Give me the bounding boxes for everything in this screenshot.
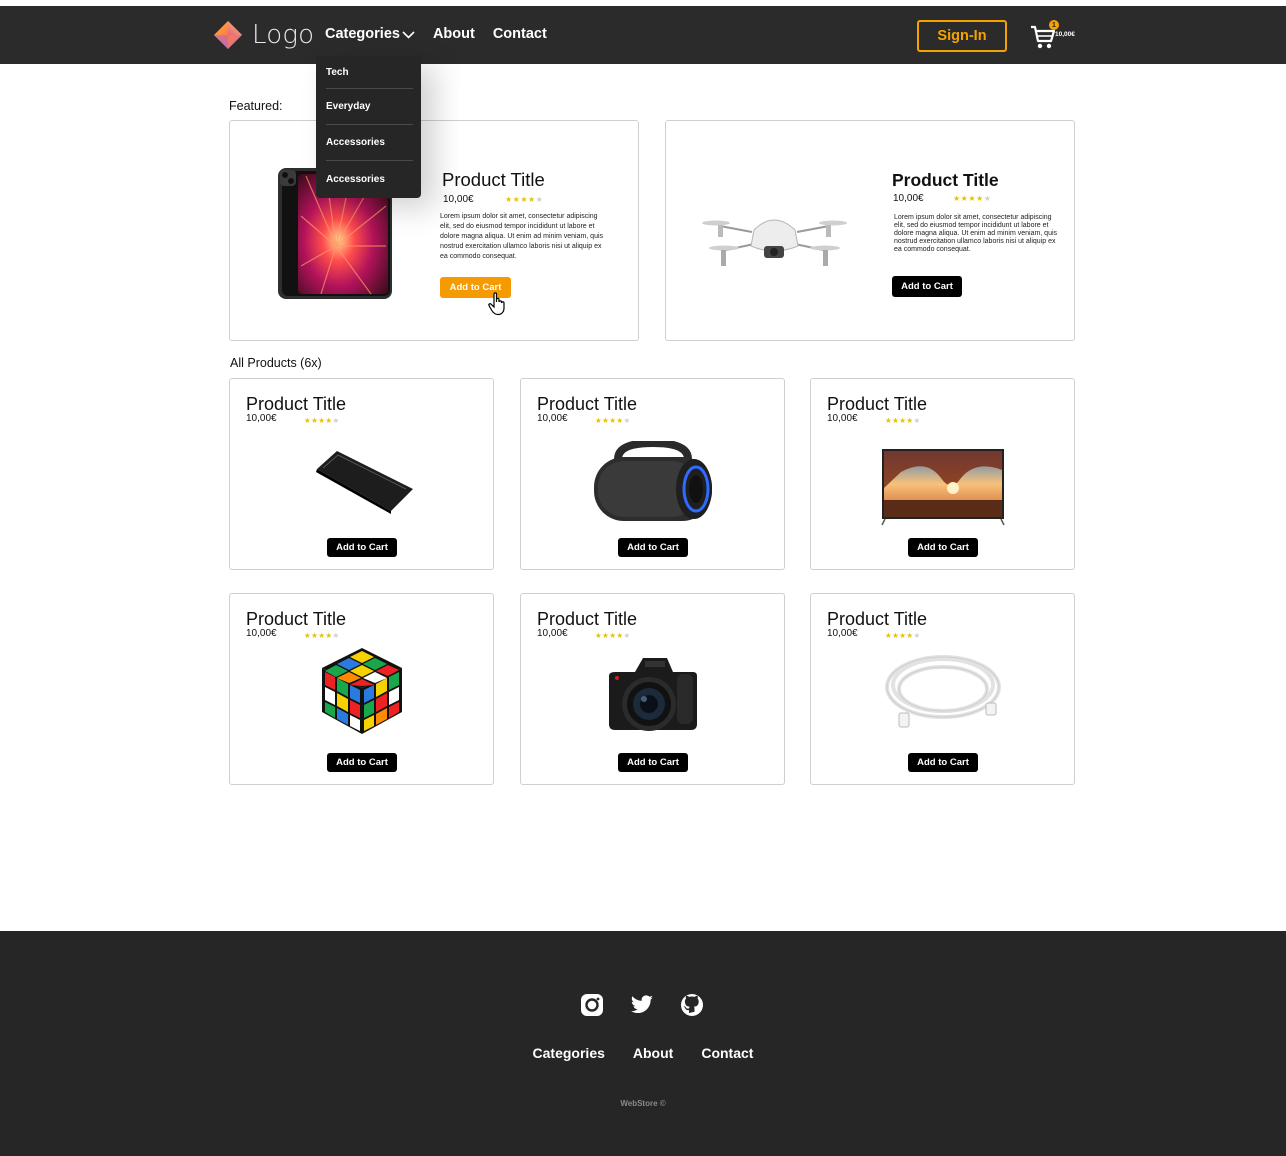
product-price: 10,00€ bbox=[827, 413, 858, 424]
main-nav: Categories About Contact bbox=[325, 26, 547, 42]
categories-dropdown: Tech Everyday Accessories Accessories bbox=[316, 56, 421, 198]
rating-stars: ★★★★★ bbox=[595, 631, 631, 640]
featured-card: Product Title 10,00€ ★★★★★ Lorem ipsum d… bbox=[665, 120, 1075, 341]
add-to-cart-button[interactable]: Add to Cart bbox=[618, 538, 688, 557]
pointer-hand-icon bbox=[488, 292, 505, 316]
cart-button[interactable]: 1 10,00€ bbox=[1030, 20, 1080, 54]
rubiks-cube-image bbox=[321, 648, 402, 734]
sign-in-button[interactable]: Sign-In bbox=[917, 20, 1007, 52]
rating-stars: ★★★★★ bbox=[505, 195, 544, 204]
nav-about[interactable]: About bbox=[433, 26, 475, 42]
twitter-icon[interactable] bbox=[630, 993, 654, 1017]
featured-price: 10,00€ bbox=[443, 194, 474, 205]
featured-card: Product Title 10,00€ ★★★★★ Lorem ipsum d… bbox=[229, 120, 639, 341]
featured-title: Product Title bbox=[442, 169, 545, 190]
rating-stars: ★★★★★ bbox=[885, 631, 921, 640]
featured-description: Lorem ipsum dolor sit amet, consectetur … bbox=[440, 213, 604, 260]
product-price: 10,00€ bbox=[246, 628, 277, 639]
dropdown-item-everyday[interactable]: Everyday bbox=[326, 89, 413, 125]
product-price: 10,00€ bbox=[537, 413, 568, 424]
product-title: Product Title bbox=[246, 394, 347, 414]
add-to-cart-button[interactable]: Add to Cart bbox=[908, 538, 978, 557]
product-title: Product Title bbox=[827, 609, 928, 629]
tv-image bbox=[880, 449, 1005, 526]
product-price: 10,00€ bbox=[537, 628, 568, 639]
cart-total: 10,00€ bbox=[1055, 31, 1075, 38]
product-title: Product Title bbox=[246, 609, 347, 629]
product-card: Product Title 10,00€ ★★★★★ Add to Cart bbox=[229, 378, 494, 570]
add-to-cart-button[interactable]: Add to Cart bbox=[618, 753, 688, 772]
product-title: Product Title bbox=[827, 394, 928, 414]
product-price: 10,00€ bbox=[246, 413, 277, 424]
add-to-cart-button[interactable]: Add to Cart bbox=[327, 753, 397, 772]
footer-nav: Categories About Contact bbox=[0, 1045, 1286, 1061]
copyright: WebStore © bbox=[620, 1099, 666, 1108]
cart-count-badge: 1 bbox=[1049, 20, 1059, 30]
rating-stars: ★★★★★ bbox=[595, 416, 631, 425]
site-footer: Categories About Contact WebStore © bbox=[0, 931, 1286, 1156]
speaker-image bbox=[593, 441, 712, 521]
rating-stars: ★★★★★ bbox=[304, 631, 340, 640]
logo-text: Logo bbox=[252, 20, 315, 50]
nav-contact[interactable]: Contact bbox=[493, 26, 547, 42]
product-title: Product Title bbox=[537, 394, 638, 414]
drone-image bbox=[702, 219, 847, 266]
logo-diamond-icon bbox=[214, 21, 242, 49]
all-products-label: All Products (6x) bbox=[230, 356, 322, 370]
add-to-cart-button[interactable]: Add to Cart bbox=[892, 276, 962, 297]
site-header: Logo Categories About Contact Sign-In 1 … bbox=[0, 6, 1286, 64]
add-to-cart-button[interactable]: Add to Cart bbox=[908, 753, 978, 772]
dropdown-item-accessories[interactable]: Accessories bbox=[326, 125, 413, 161]
product-card: Product Title 10,00€ ★★★★★ Add to Cart bbox=[810, 593, 1075, 785]
cable-image bbox=[884, 655, 1001, 728]
footer-link-contact[interactable]: Contact bbox=[701, 1045, 753, 1061]
instagram-icon[interactable] bbox=[580, 993, 604, 1017]
product-card: Product Title 10,00€ ★★★★★ Add to Cart bbox=[229, 593, 494, 785]
dropdown-item-tech[interactable]: Tech bbox=[326, 56, 413, 89]
footer-link-about[interactable]: About bbox=[633, 1045, 673, 1061]
power-bank-image bbox=[315, 451, 413, 514]
product-card: Product Title 10,00€ ★★★★★ Add to Cart bbox=[520, 593, 785, 785]
logo[interactable]: Logo bbox=[213, 20, 314, 50]
rating-stars: ★★★★★ bbox=[885, 416, 921, 425]
product-price: 10,00€ bbox=[827, 628, 858, 639]
nav-categories[interactable]: Categories bbox=[325, 26, 415, 42]
featured-title: Product Title bbox=[892, 170, 999, 190]
product-card: Product Title 10,00€ ★★★★★ Add to Cart bbox=[520, 378, 785, 570]
chevron-down-icon bbox=[402, 30, 415, 39]
product-card: Product Title 10,00€ ★★★★★ Add to Cart bbox=[810, 378, 1075, 570]
featured-label: Featured: bbox=[229, 99, 283, 113]
rating-stars: ★★★★★ bbox=[304, 416, 340, 425]
footer-link-categories[interactable]: Categories bbox=[533, 1045, 605, 1061]
product-title: Product Title bbox=[537, 609, 638, 629]
dropdown-item-accessories-2[interactable]: Accessories bbox=[326, 161, 413, 197]
github-icon[interactable] bbox=[680, 993, 704, 1017]
camera-image bbox=[608, 658, 697, 731]
add-to-cart-button[interactable]: Add to Cart bbox=[327, 538, 397, 557]
featured-description: Lorem ipsum dolor sit amet, consectetur … bbox=[894, 214, 1058, 253]
featured-price: 10,00€ bbox=[893, 193, 924, 204]
rating-stars: ★★★★★ bbox=[953, 194, 992, 203]
nav-categories-label: Categories bbox=[325, 26, 400, 42]
